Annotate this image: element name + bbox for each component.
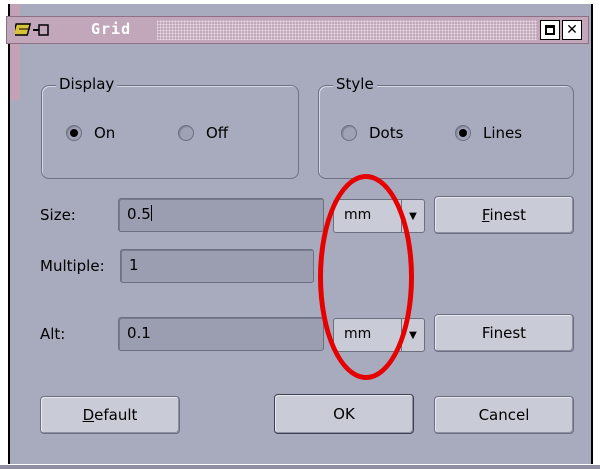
default-button-label: Default bbox=[82, 406, 138, 424]
close-icon: ✕ bbox=[566, 22, 578, 38]
alt-finest-label: Finest bbox=[481, 324, 527, 342]
style-lines-label: Lines bbox=[483, 124, 523, 142]
alt-value: 0.1 bbox=[127, 324, 151, 342]
size-value: 0.5 bbox=[127, 205, 151, 223]
alt-label: Alt: bbox=[40, 325, 66, 343]
text-cursor bbox=[150, 205, 152, 221]
close-button[interactable]: ✕ bbox=[562, 20, 582, 40]
size-finest-label: Finest bbox=[481, 206, 527, 224]
default-button[interactable]: Default bbox=[40, 396, 180, 434]
style-group: Style Dots Lines bbox=[318, 75, 574, 179]
multiple-value: 1 bbox=[129, 256, 139, 274]
size-finest-button[interactable]: Finest bbox=[434, 196, 574, 234]
title-pattern bbox=[157, 20, 537, 40]
display-off-radio[interactable]: Off bbox=[178, 124, 228, 142]
radio-selected-icon bbox=[455, 125, 471, 141]
style-dots-radio[interactable]: Dots bbox=[341, 124, 403, 142]
cancel-button[interactable]: Cancel bbox=[434, 396, 574, 434]
radio-unselected-icon bbox=[341, 125, 357, 141]
size-input[interactable]: 0.5 bbox=[118, 198, 324, 232]
cancel-button-label: Cancel bbox=[478, 406, 530, 424]
display-off-label: Off bbox=[206, 124, 229, 142]
title-bar[interactable]: Grid ✕ bbox=[6, 16, 589, 44]
ok-button-label: OK bbox=[333, 405, 355, 423]
style-dots-label: Dots bbox=[369, 124, 404, 142]
display-group-label: Display bbox=[56, 75, 118, 93]
alt-input[interactable]: 0.1 bbox=[118, 317, 324, 351]
multiple-label: Multiple: bbox=[40, 257, 105, 275]
style-group-label: Style bbox=[333, 75, 377, 93]
multiple-input[interactable]: 1 bbox=[120, 249, 314, 283]
alt-finest-button[interactable]: Finest bbox=[434, 314, 574, 352]
grid-app-icon[interactable] bbox=[12, 21, 51, 39]
ok-button[interactable]: OK bbox=[274, 394, 414, 434]
display-on-radio[interactable]: On bbox=[66, 124, 115, 142]
display-on-label: On bbox=[94, 124, 116, 142]
style-lines-radio[interactable]: Lines bbox=[455, 124, 522, 142]
radio-unselected-icon bbox=[178, 125, 194, 141]
maximize-button[interactable] bbox=[540, 20, 560, 40]
size-label: Size: bbox=[40, 206, 76, 224]
red-annotation-ellipse bbox=[318, 174, 414, 380]
maximize-icon bbox=[545, 25, 555, 35]
radio-selected-icon bbox=[66, 125, 82, 141]
window-bottom-edge bbox=[0, 465, 600, 469]
display-group: Display On Off bbox=[41, 75, 299, 179]
window-title: Grid bbox=[91, 20, 132, 38]
